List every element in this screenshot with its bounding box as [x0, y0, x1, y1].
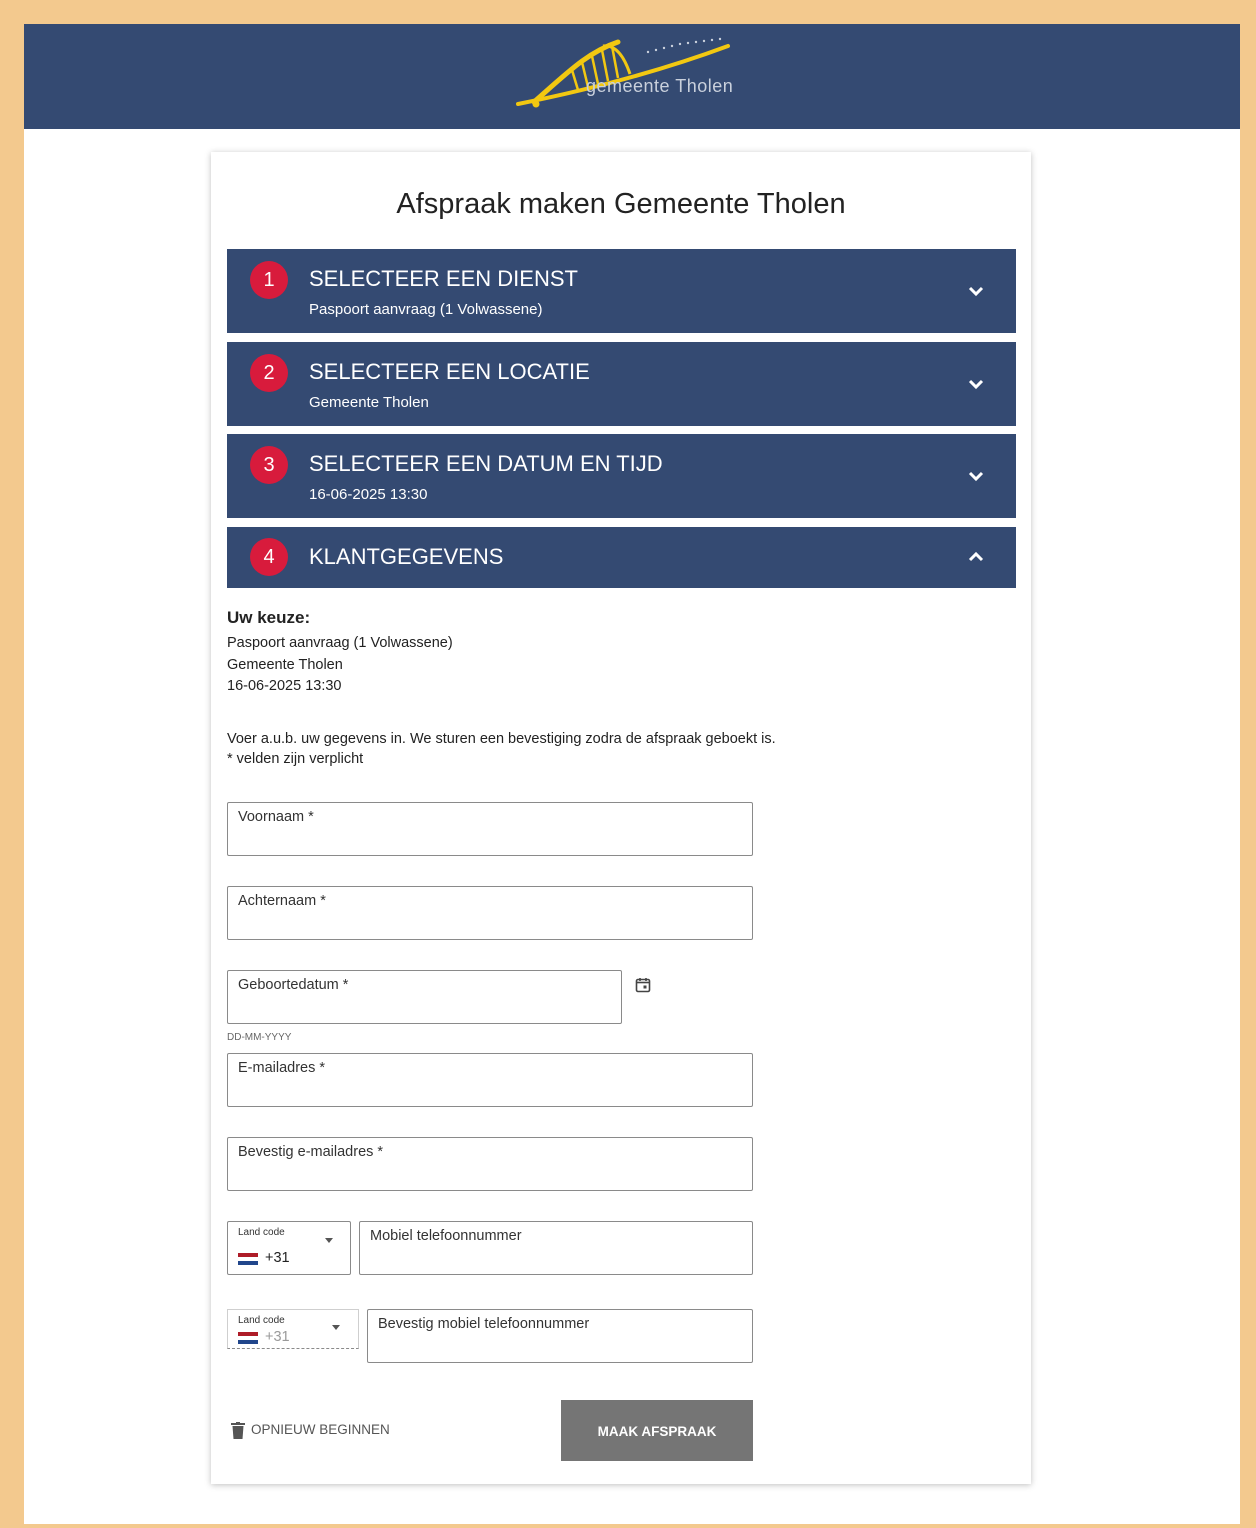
dropdown-arrow-icon [325, 1238, 333, 1243]
first-name-field[interactable]: Voornaam * [227, 802, 753, 856]
mobile-phone-confirm-label: Bevestig mobiel telefoonnummer [378, 1316, 590, 1332]
last-name-field[interactable]: Achternaam * [227, 886, 753, 940]
step-title: SELECTEER EEN LOCATIE [309, 359, 590, 384]
restart-label: OPNIEUW BEGINNEN [251, 1422, 390, 1437]
first-name-label: Voornaam * [238, 809, 314, 825]
mobile-phone-field[interactable]: Mobiel telefoonnummer [359, 1221, 753, 1275]
chevron-up-icon[interactable] [966, 547, 986, 567]
chevron-down-icon[interactable] [966, 466, 986, 486]
appointment-card: Afspraak maken Gemeente Tholen 1 SELECTE… [211, 152, 1031, 1484]
summary-heading: Uw keuze: [227, 608, 311, 627]
summary-location: Gemeente Tholen [227, 657, 343, 673]
email-label: E-mailadres * [238, 1060, 326, 1076]
step-title: KLANTGEGEVENS [309, 544, 504, 569]
page-title: Afspraak maken Gemeente Tholen [396, 188, 846, 220]
country-code-confirm-value: +31 [265, 1329, 290, 1345]
email-field[interactable]: E-mailadres * [227, 1053, 753, 1107]
logo-text: gemeente Tholen [586, 76, 734, 96]
step-customer-details[interactable]: 4 KLANTGEGEVENS [227, 527, 1016, 588]
country-code-value: +31 [265, 1250, 290, 1266]
step-title: SELECTEER EEN DATUM EN TIJD [309, 451, 663, 476]
summary-datetime: 16-06-2025 13:30 [227, 678, 342, 694]
step-number-badge: 2 [250, 354, 288, 392]
summary-service: Paspoort aanvraag (1 Volwassene) [227, 635, 453, 651]
site-header: gemeente Tholen [24, 24, 1240, 129]
email-confirm-label: Bevestig e-mailadres * [238, 1144, 384, 1160]
step-number-badge: 4 [250, 538, 288, 576]
step-subtitle: Gemeente Tholen [309, 394, 429, 411]
step-number-badge: 3 [250, 446, 288, 484]
birthdate-format-hint: DD-MM-YYYY [227, 1032, 292, 1043]
birthdate-field[interactable]: Geboortedatum * [227, 970, 622, 1024]
email-confirm-field[interactable]: Bevestig e-mailadres * [227, 1137, 753, 1191]
country-code-confirm-select[interactable]: Land code +31 [227, 1309, 359, 1349]
chevron-down-icon[interactable] [966, 374, 986, 394]
mobile-phone-confirm-field[interactable]: Bevestig mobiel telefoonnummer [367, 1309, 753, 1363]
calendar-icon[interactable] [635, 977, 651, 993]
make-appointment-button[interactable]: MAAK AFSPRAAK [561, 1400, 753, 1461]
mobile-phone-label: Mobiel telefoonnummer [370, 1228, 522, 1244]
dropdown-arrow-icon [332, 1325, 340, 1330]
chevron-down-icon[interactable] [966, 281, 986, 301]
country-code-select[interactable]: Land code +31 [227, 1221, 351, 1275]
required-note: * velden zijn verplicht [227, 751, 364, 767]
instructions-text: Voer a.u.b. uw gegevens in. We sturen ee… [227, 731, 776, 747]
page-frame: gemeente Tholen Afspraak maken Gemeente … [24, 24, 1240, 1524]
step-title: SELECTEER EEN DIENST [309, 266, 578, 291]
netherlands-flag-icon [238, 1332, 258, 1344]
birthdate-label: Geboortedatum * [238, 977, 349, 993]
step-select-service[interactable]: 1 SELECTEER EEN DIENST Paspoort aanvraag… [227, 249, 1016, 333]
last-name-label: Achternaam * [238, 893, 326, 909]
step-number-badge: 1 [250, 261, 288, 299]
country-code-confirm-label: Land code [238, 1315, 285, 1326]
netherlands-flag-icon [238, 1253, 258, 1265]
country-code-label: Land code [238, 1227, 285, 1238]
step-select-location[interactable]: 2 SELECTEER EEN LOCATIE Gemeente Tholen [227, 342, 1016, 426]
trash-icon [231, 1422, 245, 1439]
step-subtitle: Paspoort aanvraag (1 Volwassene) [309, 301, 543, 318]
step-select-datetime[interactable]: 3 SELECTEER EEN DATUM EN TIJD 16-06-2025… [227, 434, 1016, 518]
step-subtitle: 16-06-2025 13:30 [309, 486, 428, 503]
